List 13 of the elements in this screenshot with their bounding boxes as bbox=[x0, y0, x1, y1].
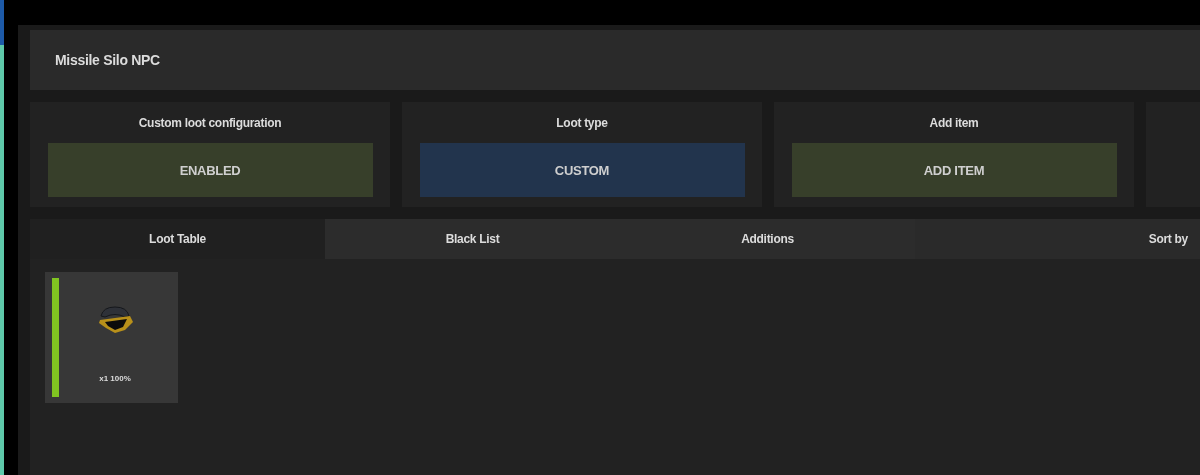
sort-button[interactable]: Sort by bbox=[1148, 232, 1200, 246]
setting-label: Loot type bbox=[556, 116, 608, 130]
setting-label: Custom loot configuration bbox=[138, 116, 282, 130]
panel-title: Missile Silo NPC bbox=[55, 52, 160, 68]
tab[interactable]: Additions bbox=[620, 219, 915, 259]
tab[interactable]: Black List bbox=[325, 219, 620, 259]
setting-button[interactable]: ADD ITEM bbox=[791, 143, 1117, 197]
item-caption: x1 100% bbox=[99, 374, 131, 383]
setting-button[interactable]: CUSTOM bbox=[419, 143, 745, 197]
tab[interactable]: Loot Table bbox=[30, 219, 325, 259]
item-slot[interactable]: x1 100% bbox=[45, 272, 178, 403]
setting-button[interactable]: ENABLED bbox=[47, 143, 373, 197]
setting-label: Add item bbox=[929, 116, 979, 130]
